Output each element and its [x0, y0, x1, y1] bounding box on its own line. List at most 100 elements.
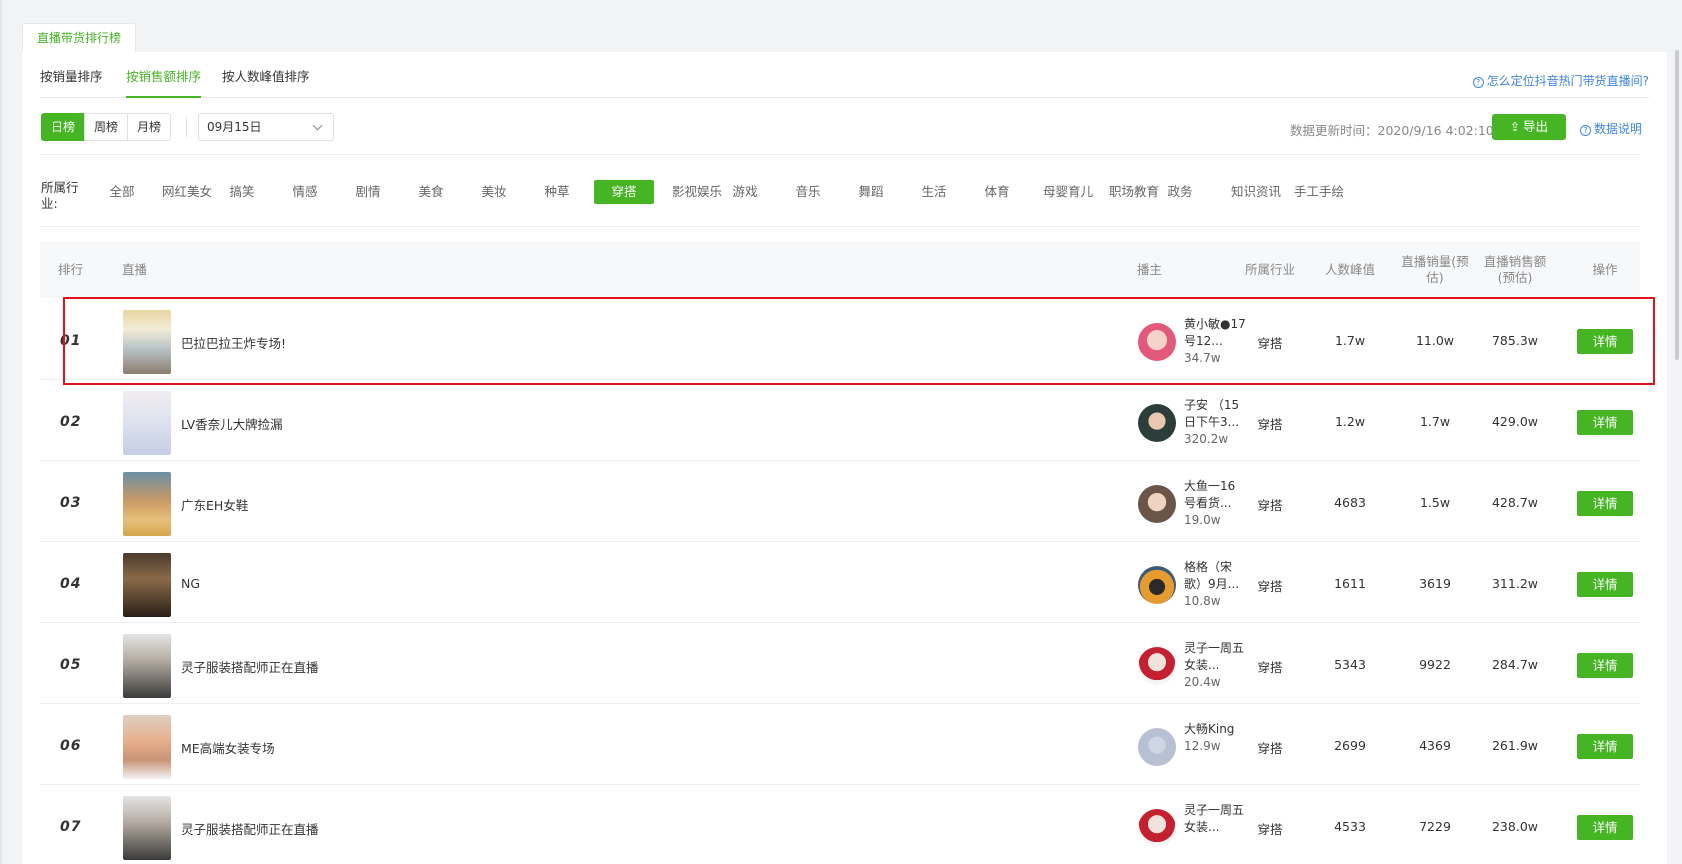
industry-item[interactable]: 生活: [919, 180, 949, 204]
avatar[interactable]: [1138, 404, 1176, 442]
sales-cell: 4369: [1419, 738, 1451, 753]
revenue-cell: 261.9w: [1491, 738, 1538, 753]
live-thumbnail[interactable]: [123, 715, 171, 779]
industry-item[interactable]: 网红美女: [157, 180, 217, 204]
rank-number: 07: [60, 819, 82, 835]
detail-button[interactable]: 详情: [1577, 329, 1633, 354]
data-explain-text: 数据说明: [1594, 122, 1643, 136]
industry-item[interactable]: 音乐: [793, 180, 823, 204]
chevron-down-icon: [312, 120, 323, 131]
industry-item[interactable]: 影视娱乐: [667, 180, 727, 204]
detail-button[interactable]: 详情: [1577, 653, 1633, 678]
industry-item[interactable]: 政务: [1165, 180, 1195, 204]
upload-icon: ⇪: [1509, 120, 1521, 134]
data-explain-link[interactable]: ? 数据说明: [1580, 120, 1642, 137]
table-row: 06 ME高端女装专场 大畅King 12.9w 穿搭 2699 4369 26…: [40, 704, 1640, 785]
peak-cell: 2699: [1334, 738, 1366, 753]
avatar[interactable]: [1138, 485, 1176, 523]
live-thumbnail[interactable]: [123, 472, 171, 536]
industry-item[interactable]: 搞笑: [227, 180, 257, 204]
live-thumbnail[interactable]: [123, 310, 171, 374]
industry-item[interactable]: 美食: [416, 180, 446, 204]
peak-cell: 5343: [1334, 657, 1366, 672]
industry-item[interactable]: 母婴育儿: [1038, 180, 1098, 204]
table-row: 01 巴拉巴拉王炸专场! 黄小敏●17号12... 34.7w 穿搭 1.7w …: [40, 299, 1640, 380]
industry-item[interactable]: 知识资讯: [1226, 180, 1286, 204]
industry-item[interactable]: 体育: [982, 180, 1012, 204]
live-title[interactable]: 广东EH女鞋: [181, 495, 248, 514]
industry-cell: 穿搭: [1257, 822, 1283, 837]
rank-number: 02: [60, 414, 82, 430]
industry-item[interactable]: 职场教育: [1104, 180, 1164, 204]
industry-item[interactable]: 游戏: [730, 180, 760, 204]
sales-cell: 11.0w: [1415, 333, 1455, 348]
industry-label: 所属行业:: [41, 180, 79, 211]
industry-cell: 穿搭: [1257, 660, 1283, 675]
industry-item[interactable]: 种草: [542, 180, 572, 204]
revenue-cell: 284.7w: [1491, 657, 1538, 672]
detail-button[interactable]: 详情: [1577, 410, 1633, 435]
industry-item[interactable]: 舞蹈: [856, 180, 886, 204]
anchor-fans: 320.2w: [1184, 432, 1229, 446]
live-thumbnail[interactable]: [123, 796, 171, 860]
live-thumbnail[interactable]: [123, 634, 171, 698]
peak-cell: 1.2w: [1334, 414, 1366, 429]
divider: [40, 226, 1640, 227]
detail-button[interactable]: 详情: [1577, 572, 1633, 597]
avatar[interactable]: [1138, 566, 1176, 604]
help-link-text: 怎么定位抖音热门带货直播间?: [1486, 74, 1649, 88]
live-thumbnail[interactable]: [123, 553, 171, 617]
export-button[interactable]: ⇪ 导出: [1492, 114, 1566, 140]
industry-item[interactable]: 手工手绘: [1289, 180, 1349, 204]
daily-button[interactable]: 日榜: [41, 113, 85, 141]
monthly-button[interactable]: 月榜: [127, 113, 171, 141]
detail-button[interactable]: 详情: [1577, 491, 1633, 516]
tab-sort-by-volume[interactable]: 按销量排序: [40, 66, 103, 98]
sales-cell: 1.7w: [1419, 414, 1451, 429]
table-row: 07 灵子服装搭配师正在直播 灵子一周五女装... 穿搭 4533 7229 2…: [40, 785, 1640, 864]
tab-sort-by-peak[interactable]: 按人数峰值排序: [222, 66, 310, 98]
help-link[interactable]: ? 怎么定位抖音热门带货直播间?: [1472, 72, 1649, 89]
industry-cell: 穿搭: [1257, 579, 1283, 594]
tab-sort-by-revenue[interactable]: 按销售额排序: [126, 66, 202, 98]
update-time: 数据更新时间：2020/9/16 4:02:10: [1290, 123, 1494, 138]
table-row: 02 LV香奈儿大牌捡漏 子安 （15日下午3... 320.2w 穿搭 1.2…: [40, 380, 1640, 461]
industry-item[interactable]: 剧情: [353, 180, 383, 204]
header-anchor: 播主: [1137, 262, 1163, 277]
tab-live-ranking[interactable]: 直播带货排行榜: [22, 23, 136, 53]
live-title[interactable]: LV香奈儿大牌捡漏: [181, 414, 283, 433]
avatar[interactable]: [1138, 647, 1176, 685]
industry-item[interactable]: 穿搭: [594, 180, 654, 204]
anchor-fans: 34.7w: [1184, 351, 1221, 365]
live-title[interactable]: NG: [181, 576, 200, 591]
peak-cell: 1.7w: [1334, 333, 1366, 348]
live-title[interactable]: 灵子服装搭配师正在直播: [181, 819, 319, 838]
live-thumbnail[interactable]: [123, 391, 171, 455]
date-select[interactable]: 09月15日: [198, 113, 334, 141]
live-title[interactable]: 灵子服装搭配师正在直播: [181, 657, 319, 676]
avatar[interactable]: [1138, 809, 1176, 847]
anchor-name[interactable]: 大畅King: [1184, 721, 1246, 738]
detail-button[interactable]: 详情: [1577, 815, 1633, 840]
live-title[interactable]: ME高端女装专场: [181, 738, 275, 757]
live-title[interactable]: 巴拉巴拉王炸专场!: [181, 333, 286, 352]
sales-cell: 7229: [1419, 819, 1451, 834]
industry-item[interactable]: 美妆: [479, 180, 509, 204]
scrollbar-thumb[interactable]: [1675, 50, 1679, 360]
page-scrollbar[interactable]: [1672, 0, 1682, 864]
industry-item[interactable]: 情感: [290, 180, 320, 204]
weekly-button[interactable]: 周榜: [84, 113, 128, 141]
revenue-cell: 785.3w: [1491, 333, 1538, 348]
detail-button[interactable]: 详情: [1577, 734, 1633, 759]
ranking-panel: 按销量排序 按销售额排序 按人数峰值排序 ? 怎么定位抖音热门带货直播间? 日榜 …: [22, 52, 1667, 864]
header-live: 直播: [122, 262, 148, 277]
period-button-group: 日榜 周榜 月榜: [41, 113, 171, 141]
rank-number: 03: [60, 495, 82, 511]
avatar[interactable]: [1138, 728, 1176, 766]
header-revenue: 直播销售额(预估): [1483, 254, 1547, 285]
avatar[interactable]: [1138, 323, 1176, 361]
header-peak: 人数峰值: [1324, 262, 1375, 277]
header-sales: 直播销量(预估): [1401, 254, 1469, 285]
peak-cell: 1611: [1334, 576, 1366, 591]
industry-item[interactable]: 全部: [107, 180, 137, 204]
